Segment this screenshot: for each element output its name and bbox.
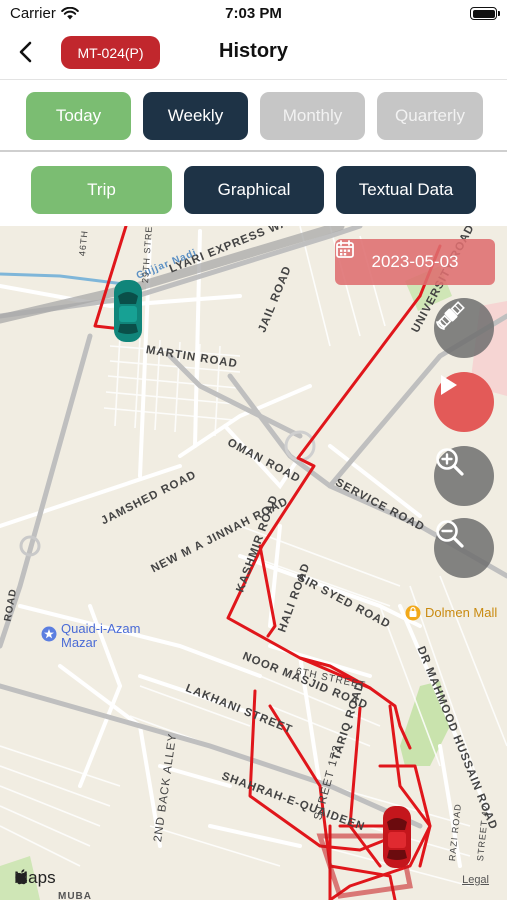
- date-picker-chip[interactable]: 2023-05-03: [335, 239, 495, 285]
- date-label: 2023-05-03: [371, 252, 459, 271]
- label-mubarak: MUBA: [58, 891, 92, 900]
- legal-link[interactable]: Legal: [462, 874, 489, 886]
- satellite-toggle-button[interactable]: [434, 298, 494, 358]
- zoom-out-icon: [436, 520, 464, 548]
- play-route-button[interactable]: [434, 372, 494, 432]
- mode-tab-bar: Trip Graphical Textual Data: [0, 154, 507, 226]
- page-title: History: [219, 40, 288, 62]
- apple-logo-icon: [15, 869, 28, 885]
- shopping-bag-icon: [405, 605, 421, 621]
- vehicle-id-badge[interactable]: MT-024(P): [61, 36, 160, 69]
- status-bar: Carrier 7:03 PM: [0, 0, 507, 28]
- zoom-out-button[interactable]: [434, 518, 494, 578]
- period-tab-bar: Today Weekly Monthly Quarterly: [0, 80, 507, 152]
- map-view[interactable]: LYARI EXPRESS WAY Gujjar Nadi MARTIN ROA…: [0, 226, 507, 900]
- zoom-in-button[interactable]: [434, 446, 494, 506]
- status-time: 7:03 PM: [225, 5, 282, 22]
- tab-weekly[interactable]: Weekly: [143, 92, 248, 140]
- maps-attribution[interactable]: Maps: [14, 868, 56, 888]
- back-button[interactable]: [12, 38, 40, 66]
- tab-today[interactable]: Today: [26, 92, 131, 140]
- nav-bar: MT-024(P) History: [0, 28, 507, 80]
- tab-quarterly[interactable]: Quarterly: [377, 92, 483, 140]
- tab-textual-data[interactable]: Textual Data: [336, 166, 476, 214]
- vehicle-start-marker[interactable]: [112, 278, 144, 344]
- mazar-label: Quaid-i-Azam Mazar: [61, 621, 141, 650]
- tab-graphical[interactable]: Graphical: [184, 166, 324, 214]
- calendar-icon: [336, 240, 354, 258]
- vehicle-current-marker[interactable]: [381, 804, 413, 870]
- chevron-left-icon: [19, 41, 32, 63]
- tab-trip[interactable]: Trip: [31, 166, 172, 214]
- tab-monthly[interactable]: Monthly: [260, 92, 365, 140]
- satellite-icon: [436, 301, 465, 330]
- dolmen-mall-label: Dolmen Mall: [425, 605, 498, 620]
- battery-icon: [470, 7, 500, 20]
- play-icon: [441, 375, 457, 395]
- star-icon: [41, 626, 57, 642]
- zoom-in-icon: [436, 448, 464, 476]
